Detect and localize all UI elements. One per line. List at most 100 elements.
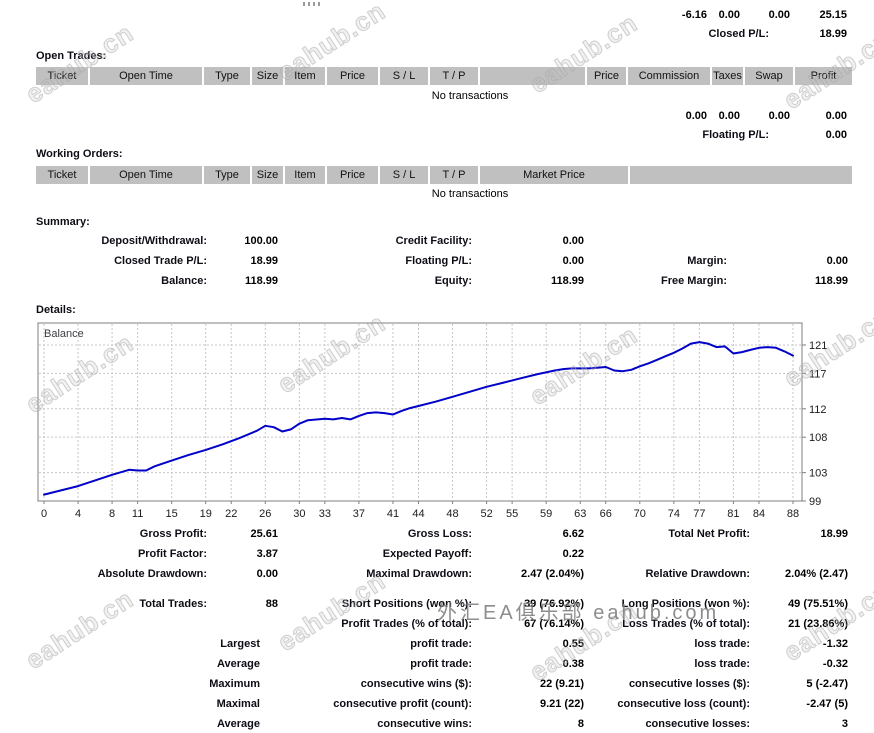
row-value: 6.62 [562,528,584,540]
tail-swap: 0.00 [768,9,790,21]
x-tick-label: 4 [75,508,81,520]
x-tick-label: 44 [412,508,424,520]
x-tick-label: 66 [600,508,612,520]
stat-qualifier: Largest [220,638,260,650]
row-label: Expected Payoff: [382,548,472,560]
column-header-ticket: Ticket [36,67,90,85]
row-label: consecutive loss (count): [617,698,750,710]
summary-title: Summary: [36,216,90,228]
column-header-open-time: Open Time [90,67,204,85]
working-orders-title: Working Orders: [36,148,123,160]
row-value: 88 [265,598,278,610]
row-value: 18.99 [250,255,278,267]
row-label: consecutive losses ($): [628,678,750,690]
x-tick-label: 8 [109,508,115,520]
column-header-open-time: Open Time [90,166,204,184]
diagonal-watermark: eahub.cn [19,583,139,676]
row-value: 118.99 [814,275,848,287]
working-orders-empty-text: No transactions [431,188,509,200]
row-value: 3.87 [256,548,278,560]
x-tick-label: 41 [387,508,399,520]
y-tick-label: 103 [809,468,827,480]
row-value: 0.00 [826,255,848,267]
column-header-commission: Commission [628,67,712,85]
column-header-price: Price [587,67,628,85]
details-title: Details: [36,304,76,316]
column-header-t-p: T / P [430,166,480,184]
x-tick-label: 37 [353,508,365,520]
row-label: Free Margin: [660,275,727,287]
stat-qualifier: Maximum [209,678,260,690]
closed-pl-value: 18.99 [819,28,847,40]
x-tick-label: 30 [293,508,305,520]
row-label: loss trade: [694,638,750,650]
mt4-statement-report: -6.16 0.00 0.00 25.15 Closed P/L: 18.99 … [0,0,874,733]
row-label: Margin: [687,255,727,267]
y-tick-label: 121 [809,340,827,352]
diagonal-watermark: eahub.cn [777,301,874,394]
y-tick-label: 117 [809,368,827,380]
column-header-item: Item [285,67,327,85]
floating-pl-label: Floating P/L: [702,129,769,141]
x-tick-label: 55 [506,508,518,520]
balance-line [43,341,794,496]
row-value: 2.04% (2.47) [785,568,848,580]
row-label: Total Net Profit: [668,528,750,540]
row-value: 0.55 [562,638,584,650]
row-value: -1.32 [822,638,848,650]
row-value: 3 [841,718,848,730]
column-header-ticket: Ticket [36,166,90,184]
column-header-size: Size [252,67,285,85]
x-tick-label: 19 [200,508,212,520]
column-header-item: Item [285,166,327,184]
row-value: 8 [577,718,584,730]
row-label: profit trade: [410,638,472,650]
column-header-blank [630,166,852,184]
row-label: Profit Trades (% of total): [341,618,472,630]
row-label: Long Positions (won %): [621,598,750,610]
column-header-blank [480,67,587,85]
row-value: 21 (23.86%) [788,618,848,630]
row-label: profit trade: [410,658,472,670]
column-header-t-p: T / P [430,67,480,85]
x-tick-label: 52 [480,508,492,520]
tail-commission: -6.16 [681,9,707,21]
column-header-s-l: S / L [380,166,430,184]
column-header-swap: Swap [745,67,795,85]
column-header-profit: Profit [795,67,852,85]
row-value: 5 (-2.47) [806,678,848,690]
row-value: 0.00 [562,235,584,247]
stat-qualifier: Maximal [216,698,260,710]
row-value: 9.21 (22) [539,698,584,710]
x-tick-label: 74 [668,508,680,520]
row-label: Balance: [161,275,207,287]
row-value: 118.99 [244,275,278,287]
row-label: consecutive losses: [645,718,750,730]
x-tick-label: 77 [693,508,705,520]
row-value: 0.00 [256,568,278,580]
row-value: -0.32 [822,658,848,670]
x-tick-label: 84 [753,508,765,520]
column-header-type: Type [204,67,252,85]
diagonal-watermark: eahub.cn [271,307,391,400]
row-label: Relative Drawdown: [645,568,750,580]
diagonal-watermark: eahub.cn [19,17,139,110]
y-tick-label: 108 [809,432,827,444]
row-label: Absolute Drawdown: [97,568,207,580]
row-value: 67 (76.14%) [524,618,584,630]
x-tick-label: 88 [787,508,799,520]
column-header-price: Price [327,67,380,85]
row-value: 118.99 [550,275,584,287]
diagonal-watermark: eahub.cn [523,7,643,100]
row-label: Profit Factor: [137,548,207,560]
row-value: 2.47 (2.04%) [521,568,584,580]
x-tick-label: 0 [41,508,47,520]
x-tick-label: 15 [166,508,178,520]
column-header-s-l: S / L [380,67,430,85]
open-trades-header-row: Ticket Open Time Type Size Item Price S / LT /… [36,67,852,85]
column-header-taxes: Taxes [712,67,745,85]
row-label: Deposit/Withdrawal: [101,235,207,247]
row-value: 100.00 [244,235,278,247]
row-value: 0.22 [562,548,584,560]
row-value: -2.47 (5) [806,698,848,710]
